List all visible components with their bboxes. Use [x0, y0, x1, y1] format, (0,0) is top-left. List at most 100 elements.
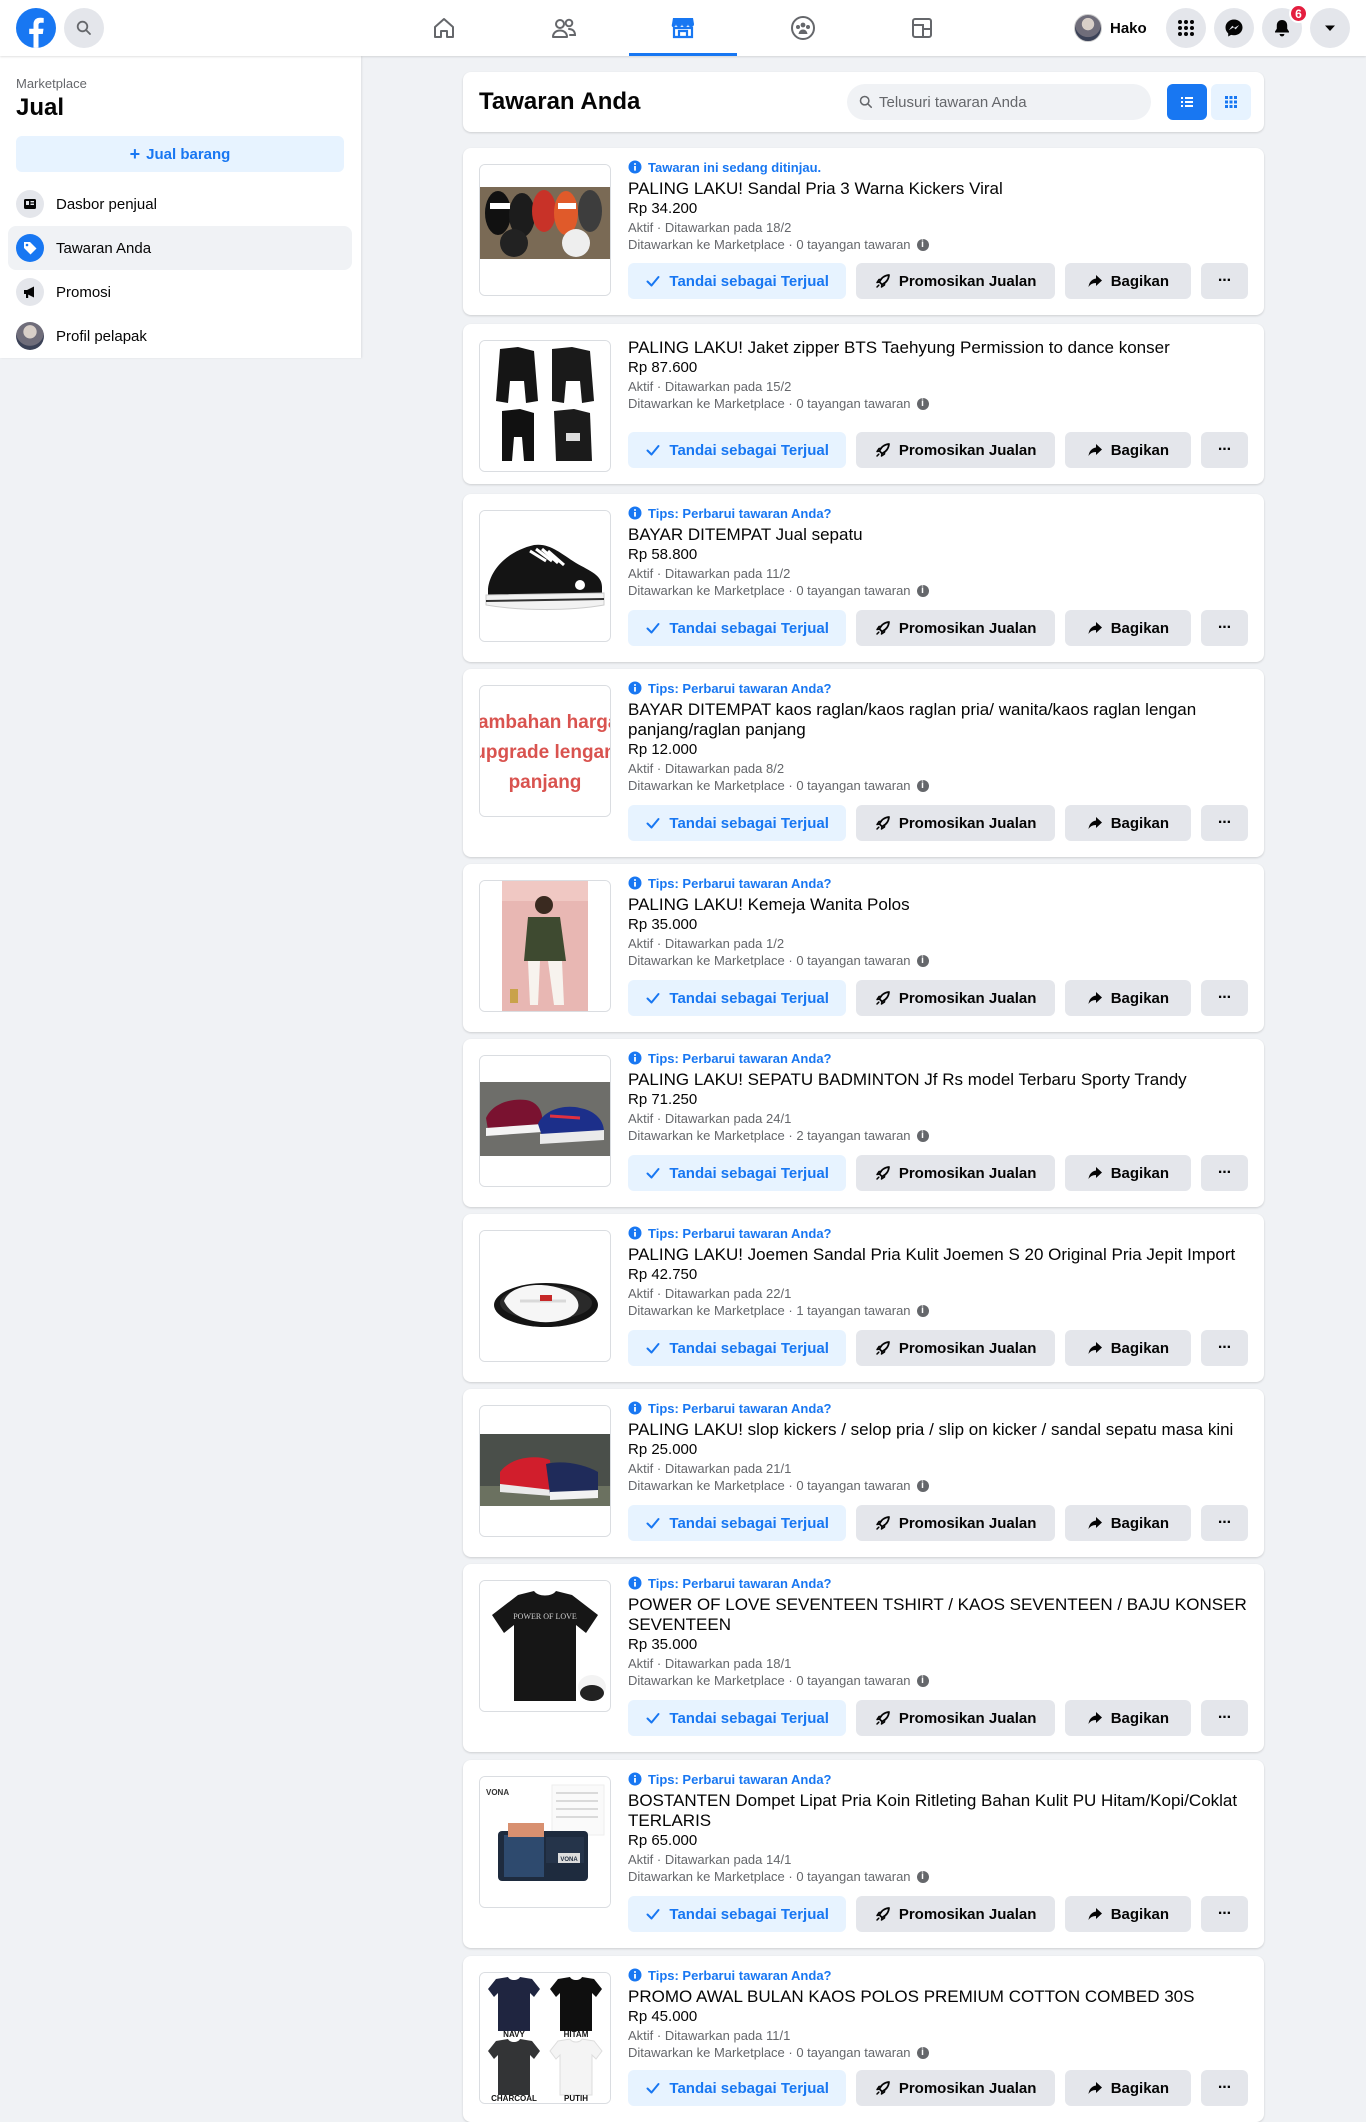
mark-as-sold-button[interactable]: Tandai sebagai Terjual	[628, 1155, 847, 1191]
listing-thumbnail[interactable]	[479, 1055, 611, 1187]
more-options-button[interactable]: ···	[1200, 2070, 1248, 2106]
more-options-button[interactable]: ···	[1200, 432, 1248, 468]
promote-listing-button[interactable]: Promosikan Jualan	[856, 1896, 1055, 1932]
share-button[interactable]: Bagikan	[1064, 1700, 1191, 1736]
mark-as-sold-button[interactable]: Tandai sebagai Terjual	[628, 805, 847, 841]
listing-thumbnail[interactable]	[479, 164, 611, 296]
grid-view-button[interactable]	[1211, 84, 1251, 120]
more-options-button[interactable]: ···	[1200, 1155, 1248, 1191]
listing-thumbnail[interactable]	[479, 340, 611, 472]
promote-listing-button[interactable]: Promosikan Jualan	[856, 805, 1055, 841]
info-icon[interactable]: i	[916, 397, 929, 410]
info-icon[interactable]: i	[916, 1129, 929, 1142]
mark-as-sold-button[interactable]: Tandai sebagai Terjual	[628, 432, 847, 468]
share-button[interactable]: Bagikan	[1064, 610, 1191, 646]
mark-as-sold-button[interactable]: Tandai sebagai Terjual	[628, 2070, 847, 2106]
listing-title[interactable]: PALING LAKU! Joemen Sandal Pria Kulit Jo…	[628, 1245, 1248, 1265]
promote-listing-button[interactable]: Promosikan Jualan	[856, 1505, 1055, 1541]
listing-card[interactable]: tambahan harga upgrade lengan panjang Tips…	[463, 669, 1264, 857]
tab-gaming[interactable]	[868, 0, 976, 56]
info-icon[interactable]: i	[916, 1674, 929, 1687]
listing-title[interactable]: PROMO AWAL BULAN KAOS POLOS PREMIUM COTT…	[628, 1987, 1248, 2007]
share-button[interactable]: Bagikan	[1064, 1896, 1191, 1932]
mark-as-sold-button[interactable]: Tandai sebagai Terjual	[628, 1330, 847, 1366]
info-icon[interactable]: i	[916, 2046, 929, 2059]
promote-listing-button[interactable]: Promosikan Jualan	[856, 1330, 1055, 1366]
mark-as-sold-button[interactable]: Tandai sebagai Terjual	[628, 1896, 847, 1932]
listing-title[interactable]: PALING LAKU! Jaket zipper BTS Taehyung P…	[628, 338, 1248, 358]
share-button[interactable]: Bagikan	[1064, 1505, 1191, 1541]
listing-thumbnail[interactable]	[479, 1405, 611, 1537]
tab-friends[interactable]	[510, 0, 618, 56]
facebook-logo-icon[interactable]	[16, 8, 56, 48]
tab-groups[interactable]	[749, 0, 857, 56]
listing-title[interactable]: PALING LAKU! Kemeja Wanita Polos	[628, 895, 1248, 915]
listing-title[interactable]: BAYAR DITEMPAT kaos raglan/kaos raglan p…	[628, 700, 1248, 740]
more-options-button[interactable]: ···	[1200, 805, 1248, 841]
sidebar-item-seller-profile[interactable]: Profil pelapak	[8, 314, 352, 358]
tab-marketplace[interactable]	[629, 0, 737, 56]
listing-thumbnail[interactable]	[479, 510, 611, 642]
listing-title[interactable]: POWER OF LOVE SEVENTEEN TSHIRT / KAOS SE…	[628, 1595, 1248, 1635]
list-view-button[interactable]	[1167, 84, 1207, 120]
promote-listing-button[interactable]: Promosikan Jualan	[856, 263, 1055, 299]
account-menu-button[interactable]	[1310, 8, 1350, 48]
info-icon[interactable]: i	[916, 1479, 929, 1492]
info-icon[interactable]: i	[916, 1304, 929, 1317]
listing-thumbnail[interactable]	[479, 1230, 611, 1362]
listing-title[interactable]: BOSTANTEN Dompet Lipat Pria Koin Ritleti…	[628, 1791, 1248, 1831]
promote-listing-button[interactable]: Promosikan Jualan	[856, 980, 1055, 1016]
more-options-button[interactable]: ···	[1200, 1700, 1248, 1736]
share-button[interactable]: Bagikan	[1064, 1330, 1191, 1366]
listing-card[interactable]: Tips: Perbarui tawaran Anda? PALING LAKU…	[463, 1214, 1264, 1382]
share-button[interactable]: Bagikan	[1064, 263, 1191, 299]
mark-as-sold-button[interactable]: Tandai sebagai Terjual	[628, 1505, 847, 1541]
listing-card[interactable]: Tips: Perbarui tawaran Anda? PALING LAKU…	[463, 1039, 1264, 1207]
more-options-button[interactable]: ···	[1200, 1330, 1248, 1366]
info-icon[interactable]: i	[916, 584, 929, 597]
more-options-button[interactable]: ···	[1200, 1505, 1248, 1541]
listing-thumbnail[interactable]	[479, 880, 611, 1012]
listing-card[interactable]: VONA VONA Tips: Perbarui tawaran Anda? BO…	[463, 1760, 1264, 1948]
promote-listing-button[interactable]: Promosikan Jualan	[856, 432, 1055, 468]
info-icon[interactable]: i	[916, 238, 929, 251]
info-icon[interactable]: i	[916, 779, 929, 792]
listing-card[interactable]: Tips: Perbarui tawaran Anda? PALING LAKU…	[463, 864, 1264, 1032]
listing-title[interactable]: PALING LAKU! SEPATU BADMINTON Jf Rs mode…	[628, 1070, 1248, 1090]
sidebar-item-dashboard[interactable]: Dasbor penjual	[8, 182, 352, 226]
more-options-button[interactable]: ···	[1200, 263, 1248, 299]
listing-thumbnail[interactable]: POWER OF LOVE	[479, 1580, 611, 1712]
profile-button[interactable]: Hako	[1070, 10, 1155, 46]
share-button[interactable]: Bagikan	[1064, 980, 1191, 1016]
more-options-button[interactable]: ···	[1200, 980, 1248, 1016]
listing-card[interactable]: Tips: Perbarui tawaran Anda? PALING LAKU…	[463, 1389, 1264, 1557]
notifications-button[interactable]: 6	[1262, 4, 1308, 48]
sidebar-item-promotions[interactable]: Promosi	[8, 270, 352, 314]
promote-listing-button[interactable]: Promosikan Jualan	[856, 610, 1055, 646]
search-button[interactable]	[64, 8, 104, 48]
listing-thumbnail[interactable]: NAVY HITAM CHARCOAL PUTIH	[479, 1972, 611, 2104]
promote-listing-button[interactable]: Promosikan Jualan	[856, 1700, 1055, 1736]
mark-as-sold-button[interactable]: Tandai sebagai Terjual	[628, 980, 847, 1016]
listing-card[interactable]: Tawaran ini sedang ditinjau. PALING LAKU…	[463, 148, 1264, 315]
share-button[interactable]: Bagikan	[1064, 1155, 1191, 1191]
info-icon[interactable]: i	[916, 954, 929, 967]
mark-as-sold-button[interactable]: Tandai sebagai Terjual	[628, 1700, 847, 1736]
listing-card[interactable]: NAVY HITAM CHARCOAL PUTIH Tips: Perbarui ta…	[463, 1956, 1264, 2122]
listing-thumbnail[interactable]: tambahan harga upgrade lengan panjang	[479, 685, 611, 817]
promote-listing-button[interactable]: Promosikan Jualan	[856, 2070, 1055, 2106]
sell-item-button[interactable]: + Jual barang	[16, 136, 344, 172]
more-options-button[interactable]: ···	[1200, 610, 1248, 646]
search-listings-box[interactable]	[847, 84, 1151, 120]
more-options-button[interactable]: ···	[1200, 1896, 1248, 1932]
listing-card[interactable]: Tips: Perbarui tawaran Anda? BAYAR DITEM…	[463, 494, 1264, 662]
messenger-button[interactable]	[1214, 8, 1254, 48]
listing-thumbnail[interactable]: VONA VONA	[479, 1776, 611, 1908]
promote-listing-button[interactable]: Promosikan Jualan	[856, 1155, 1055, 1191]
listing-title[interactable]: PALING LAKU! Sandal Pria 3 Warna Kickers…	[628, 179, 1248, 199]
tab-home[interactable]	[390, 0, 498, 56]
sidebar-item-your-listings[interactable]: Tawaran Anda	[8, 226, 352, 270]
mark-as-sold-button[interactable]: Tandai sebagai Terjual	[628, 263, 847, 299]
info-icon[interactable]: i	[916, 1870, 929, 1883]
search-listings-input[interactable]	[879, 93, 1129, 111]
